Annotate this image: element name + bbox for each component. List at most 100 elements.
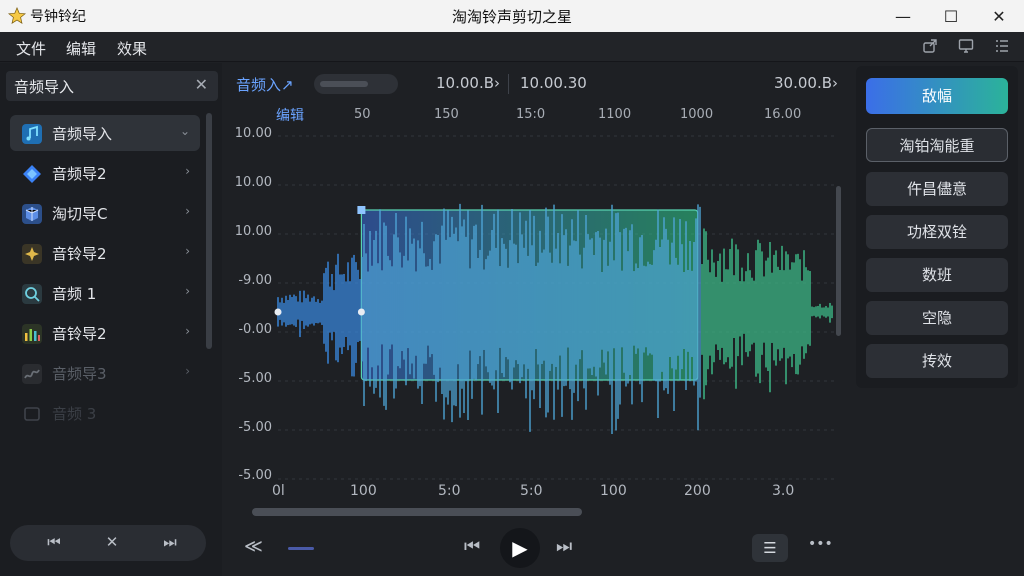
y-axis-label: -5.00 bbox=[238, 468, 272, 483]
sidebar-item-label: 音频导2 bbox=[52, 165, 107, 183]
trim-handle[interactable] bbox=[357, 308, 365, 316]
editor-toolbar: 音频入↗ 10.00.B› 10.00.30 30.00.B› bbox=[226, 66, 850, 100]
sidebar-item-label: 淘切导C bbox=[52, 205, 108, 223]
y-axis-label: 10.00 bbox=[234, 126, 272, 141]
timecode-start: 10.00.B› bbox=[436, 74, 500, 92]
title-bar: 号钟铃纪 淘淘铃声剪切之星 — ☐ ✕ bbox=[0, 0, 1024, 32]
action-button[interactable]: 功柽双铨 bbox=[866, 215, 1008, 249]
left-panel: 音频导入 ✕ 音频导入 ⌄ 音频导2 › 淘切导C › 音铃导2 › 音频 1 … bbox=[0, 63, 222, 576]
sidebar-item-audio-1[interactable]: 音频 1 › bbox=[10, 275, 200, 311]
panel-header: 音频导入 ✕ bbox=[6, 71, 218, 101]
close-icon[interactable]: ✕ bbox=[195, 75, 208, 94]
sidebar-item-label: 音频导入 bbox=[52, 125, 113, 143]
x-axis-label: 3.0 bbox=[772, 483, 795, 499]
playback-bar: ≪ ⏮ ▶ ⏭ ☰ ••• bbox=[226, 522, 850, 576]
close-button[interactable]: ✕ bbox=[976, 0, 1022, 32]
horizontal-scrollbar[interactable] bbox=[234, 508, 842, 516]
mixer-button[interactable]: ☰ bbox=[752, 534, 788, 562]
x-axis-label: 100 bbox=[350, 483, 377, 499]
action-button[interactable]: 仵昌儘意 bbox=[866, 172, 1008, 206]
panel-title: 音频导入 bbox=[14, 78, 75, 96]
next-icon[interactable]: ⏭ bbox=[160, 533, 180, 553]
menu-bar: 文件 编辑 效果 bbox=[0, 32, 1024, 62]
waveform-plot[interactable]: 10.00 10.00 10.00 -9.00 -0.00 -5.00 -5.0… bbox=[226, 126, 850, 512]
y-axis-label: -5.00 bbox=[238, 420, 272, 435]
y-axis-label: -0.00 bbox=[238, 322, 272, 337]
sidebar-item-cut[interactable]: 淘切导C › bbox=[10, 195, 200, 231]
action-button[interactable]: 空隐 bbox=[866, 301, 1008, 335]
sidebar-item-audio-import[interactable]: 音频导入 ⌄ bbox=[10, 115, 200, 151]
seek-slider[interactable] bbox=[314, 74, 398, 94]
diamond-icon bbox=[22, 164, 42, 184]
y-axis-label: -9.00 bbox=[238, 273, 272, 288]
play-button[interactable]: ▶ bbox=[500, 528, 540, 568]
x-axis-label: 5:0 bbox=[438, 483, 461, 499]
ruler-tick: 50 bbox=[354, 107, 371, 122]
volume-slider[interactable] bbox=[288, 547, 314, 550]
chevron-right-icon: › bbox=[185, 364, 190, 378]
divider bbox=[508, 74, 509, 94]
action-button[interactable]: 数班 bbox=[866, 258, 1008, 292]
rewind-icon[interactable]: ≪ bbox=[244, 536, 263, 557]
music-note-icon bbox=[22, 124, 42, 144]
scrollbar-thumb[interactable] bbox=[252, 508, 582, 516]
x-axis-label: 5:0 bbox=[520, 483, 543, 499]
ruler-edit-label[interactable]: 编辑 bbox=[276, 105, 304, 125]
wave-icon bbox=[22, 364, 42, 384]
minimize-button[interactable]: — bbox=[880, 0, 926, 32]
sidebar-item-ringtone-eq[interactable]: 音铃导2 › bbox=[10, 315, 200, 351]
y-axis-label: -5.00 bbox=[238, 371, 272, 386]
right-panel: 敌幅 淘铂淘能重 仵昌儘意 功柽双铨 数班 空隐 抟效 bbox=[856, 66, 1018, 388]
chevron-right-icon: › bbox=[185, 164, 190, 178]
trim-handle[interactable] bbox=[274, 308, 282, 316]
chevron-down-icon: ⌄ bbox=[179, 124, 190, 138]
equalizer-icon bbox=[22, 324, 42, 344]
waveform-editor: 音频入↗ 10.00.B› 10.00.30 30.00.B› 编辑 50 15… bbox=[226, 66, 850, 576]
previous-icon[interactable]: ⏮ bbox=[464, 536, 480, 557]
menu-edit[interactable]: 编辑 bbox=[66, 38, 96, 59]
x-axis-label: 0l bbox=[272, 483, 285, 499]
maximize-button[interactable]: ☐ bbox=[928, 0, 974, 32]
list-icon[interactable] bbox=[992, 38, 1012, 56]
timecode-end: 30.00.B› bbox=[774, 74, 838, 92]
ruler-tick: 16.00 bbox=[764, 107, 802, 122]
ruler-tick: 1000 bbox=[680, 107, 714, 122]
ruler-tick: 15:0 bbox=[516, 107, 546, 122]
action-button[interactable]: 抟效 bbox=[866, 344, 1008, 378]
sparkle-icon bbox=[22, 244, 42, 264]
search-icon bbox=[22, 284, 42, 304]
sidebar-item-audio-2[interactable]: 音频导2 › bbox=[10, 155, 200, 191]
sidebar-scrollbar[interactable] bbox=[206, 113, 212, 349]
chevron-right-icon: › bbox=[185, 204, 190, 218]
track-label[interactable]: 音频入↗ bbox=[236, 74, 294, 95]
sidebar-transport: ⏮ ✕ ⏭ bbox=[10, 525, 206, 561]
time-ruler[interactable]: 编辑 50 150 15:0 1100 1000 16.00 bbox=[276, 102, 836, 124]
x-axis-label: 100 bbox=[600, 483, 627, 499]
selection-handle[interactable] bbox=[357, 206, 366, 214]
sidebar-item-label: 音铃导2 bbox=[52, 325, 107, 343]
waveform-canvas[interactable] bbox=[226, 126, 850, 512]
shuffle-icon[interactable]: ✕ bbox=[102, 533, 122, 553]
cube-icon bbox=[22, 204, 42, 224]
timecode-current: 10.00.30 bbox=[520, 74, 587, 92]
sidebar-item-audio-3b[interactable]: 音频 3 bbox=[10, 395, 200, 431]
x-axis-label: 200 bbox=[684, 483, 711, 499]
previous-icon[interactable]: ⏮ bbox=[44, 533, 64, 553]
window-title: 淘淘铃声剪切之星 bbox=[451, 8, 572, 26]
sidebar-item-audio-3[interactable]: 音频导3 › bbox=[10, 355, 200, 391]
menu-file[interactable]: 文件 bbox=[16, 38, 46, 59]
y-axis-label: 10.00 bbox=[234, 175, 272, 190]
next-icon[interactable]: ⏭ bbox=[556, 536, 572, 557]
vertical-scrollbar[interactable] bbox=[836, 186, 841, 336]
y-axis-label: 10.00 bbox=[234, 224, 272, 239]
more-icon[interactable]: ••• bbox=[808, 536, 833, 552]
sidebar-item-label: 音频 1 bbox=[52, 285, 97, 303]
action-button[interactable]: 淘铂淘能重 bbox=[866, 128, 1008, 162]
monitor-icon[interactable] bbox=[956, 38, 976, 56]
ruler-tick: 150 bbox=[434, 107, 459, 122]
primary-action-button[interactable]: 敌幅 bbox=[866, 78, 1008, 114]
menu-effects[interactable]: 效果 bbox=[117, 38, 147, 59]
share-icon[interactable] bbox=[920, 38, 940, 56]
sidebar-item-label: 音频导3 bbox=[52, 365, 107, 383]
sidebar-item-ringtone-2[interactable]: 音铃导2 › bbox=[10, 235, 200, 271]
